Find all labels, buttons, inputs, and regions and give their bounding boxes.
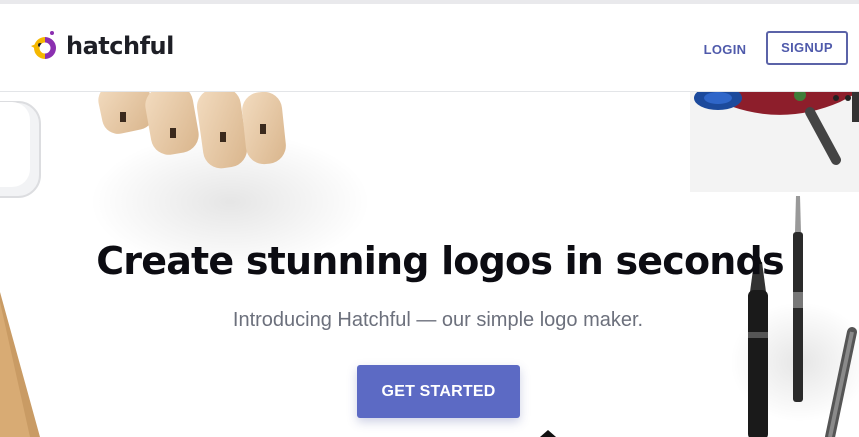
tape-dispenser-image	[690, 92, 859, 192]
page: hatchful LOGIN SIGNUP Create stunning lo…	[0, 0, 859, 437]
get-started-button[interactable]: GET STARTED	[357, 365, 520, 418]
login-link[interactable]: LOGIN	[694, 38, 756, 62]
hero-subtitle: Introducing Hatchful — our simple logo m…	[232, 309, 644, 331]
tablet-corner-image	[0, 101, 41, 198]
hatchful-bird-icon	[31, 31, 56, 59]
hero-section: Create stunning logos in seconds Introdu…	[0, 92, 859, 437]
hero-title: Create stunning logos in seconds	[96, 239, 784, 283]
brand-logo[interactable]: hatchful	[28, 28, 174, 64]
site-header: hatchful LOGIN SIGNUP	[0, 4, 859, 92]
brand-name: hatchful	[66, 32, 174, 60]
signup-button[interactable]: SIGNUP	[766, 31, 848, 65]
